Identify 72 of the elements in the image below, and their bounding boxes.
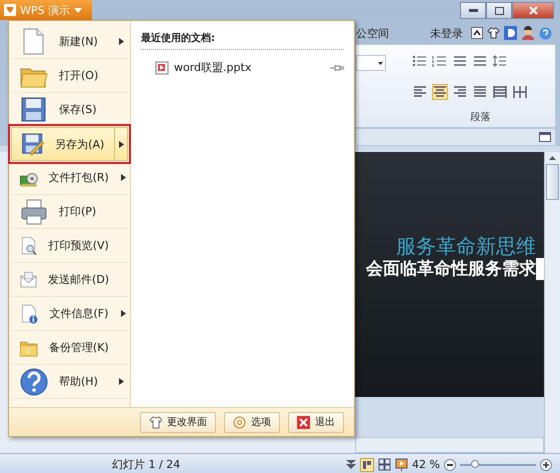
menu-item[interactable]: 帮助(H) <box>11 365 128 399</box>
plus-icon <box>543 462 549 468</box>
menu-item[interactable]: 打开(O) <box>11 59 128 93</box>
maximize-icon <box>494 6 504 14</box>
paragraph-button[interactable] <box>492 84 508 100</box>
menu-item[interactable]: 备份管理(K) <box>11 331 128 365</box>
align-left-icon <box>413 84 427 98</box>
normal-view-icon[interactable] <box>360 458 374 472</box>
shirt-icon <box>149 416 162 428</box>
scroll-up-icon <box>549 156 556 160</box>
justify-icon <box>473 84 487 98</box>
minimize-button[interactable] <box>460 2 486 19</box>
double-caret-icon[interactable] <box>346 460 356 469</box>
menu-item[interactable]: 发送邮件(D) <box>11 263 128 297</box>
vertical-scrollbar[interactable] <box>544 152 560 453</box>
minimize-icon <box>468 9 478 12</box>
horizontal-scrollbar[interactable] <box>355 437 544 453</box>
paragraph-button[interactable] <box>452 84 468 100</box>
menu-item[interactable]: 另存为(A) <box>11 127 128 161</box>
menu-item[interactable]: 打印(P) <box>11 195 128 229</box>
numbered-list-icon[interactable] <box>432 54 448 68</box>
close-button[interactable] <box>512 2 554 19</box>
exit-button[interactable]: 退出 <box>288 412 344 432</box>
distribute-icon <box>493 84 507 98</box>
slide-counter: 幻灯片 1 / 24 <box>112 457 182 472</box>
menu-item[interactable]: 新建(N) <box>11 25 128 59</box>
window-layout-icon[interactable] <box>539 132 551 142</box>
zoom-level: 42 % <box>412 458 440 471</box>
person-icon[interactable] <box>521 26 535 40</box>
zoom-out-button[interactable] <box>444 458 456 470</box>
menu-item[interactable]: 文件打包(R) <box>11 161 128 195</box>
minus-icon <box>447 464 453 466</box>
close-icon <box>528 6 538 15</box>
align-center-icon <box>433 84 447 98</box>
scroll-thumb[interactable] <box>546 164 559 200</box>
close-icon <box>297 416 310 428</box>
recent-file-link[interactable]: word联盟.pptx <box>174 60 325 75</box>
pin-icon[interactable] <box>330 64 344 72</box>
slider-thumb[interactable] <box>471 460 480 468</box>
slide-title: 服务革命新思维 <box>396 234 537 258</box>
paragraph-button[interactable] <box>412 84 428 100</box>
caret-icon <box>74 8 82 12</box>
collapse-ribbon-icon[interactable] <box>471 27 483 39</box>
align-right-icon <box>453 84 467 98</box>
caret-icon <box>378 62 383 64</box>
menu-item[interactable]: 打印预览(V) <box>11 229 128 263</box>
d-logo-icon[interactable] <box>504 26 517 40</box>
change-ui-button[interactable]: 更改界面 <box>140 412 216 432</box>
shirt-icon[interactable] <box>487 27 500 39</box>
help-icon <box>19 366 49 396</box>
options-button[interactable]: 选项 <box>224 412 280 432</box>
slideshow-icon[interactable] <box>395 458 408 471</box>
login-status[interactable]: 未登录 <box>430 26 463 40</box>
printer-icon <box>19 196 49 226</box>
paragraph-button[interactable] <box>432 84 448 100</box>
font-size-dropdown[interactable] <box>356 55 386 71</box>
logo-icon <box>4 4 16 16</box>
bullet-list-icon[interactable] <box>412 54 428 68</box>
window-title: 公空间 <box>356 26 389 40</box>
columns-icon <box>513 84 527 98</box>
paragraph-button[interactable] <box>512 84 528 100</box>
menu-item[interactable]: 文件信息(F) <box>11 297 128 331</box>
gear-icon <box>233 416 246 428</box>
presentation-file-icon <box>155 60 169 74</box>
paragraph-button[interactable] <box>472 84 488 100</box>
slide-sorter-icon[interactable] <box>378 458 392 471</box>
help-icon[interactable] <box>539 26 552 40</box>
zoom-in-button[interactable] <box>540 458 552 470</box>
recent-documents-heading: 最近使用的文档: <box>141 31 344 50</box>
line-spacing-icon[interactable] <box>492 54 508 68</box>
ribbon-group-label: 段落 <box>470 110 492 124</box>
maximize-button[interactable] <box>486 2 512 19</box>
